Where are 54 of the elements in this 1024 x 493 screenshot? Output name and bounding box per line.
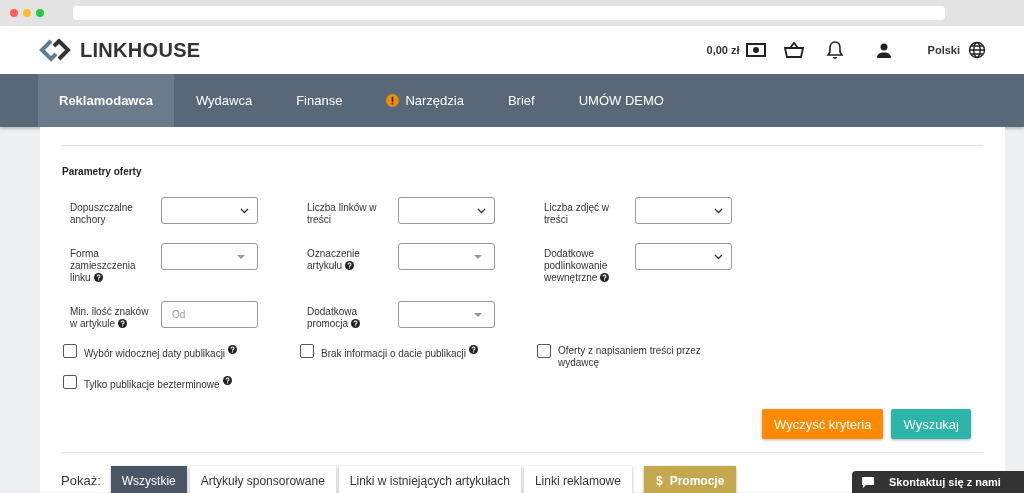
- language-label[interactable]: Polski: [927, 44, 960, 56]
- nav-tab[interactable]: UMÓW DEMO: [556, 74, 686, 127]
- checkbox[interactable]: [300, 344, 314, 358]
- field-label: Dodatkowe podlinkowanie wewnętrzne: [544, 247, 611, 284]
- filter-tab[interactable]: Artykuły sponsorowane: [189, 466, 336, 493]
- chevron-down-icon: [240, 207, 249, 214]
- dropdown[interactable]: [398, 243, 495, 270]
- nav-tab[interactable]: Reklamodawca: [38, 74, 174, 127]
- bell-icon[interactable]: [825, 40, 844, 60]
- dropdown[interactable]: [398, 197, 495, 224]
- checkbox-label: Brak informacji o dacie publikacji: [321, 344, 479, 360]
- dropdown[interactable]: [161, 243, 258, 270]
- field-label: Liczba linków w treści: [307, 201, 378, 226]
- user-icon[interactable]: [875, 42, 892, 58]
- globe-icon[interactable]: [968, 41, 986, 59]
- show-label: Pokaż:: [61, 473, 101, 488]
- filter-tab[interactable]: Wszystkie: [110, 466, 187, 493]
- filter-tab[interactable]: Linki reklamowe: [523, 466, 632, 493]
- chevron-down-icon: [477, 207, 486, 214]
- chat-bubble-icon: [861, 476, 875, 488]
- dollar-sign: $: [655, 473, 663, 488]
- field-label: Liczba zdjęć w treści: [544, 201, 611, 226]
- checkbox-label: Wybór widocznej daty publikacji: [84, 344, 238, 360]
- nav-tab[interactable]: Finanse: [274, 74, 365, 127]
- basket-icon[interactable]: [783, 41, 804, 59]
- dropdown[interactable]: [635, 197, 732, 224]
- dropdown[interactable]: [161, 197, 258, 224]
- checkbox[interactable]: [63, 375, 77, 389]
- field-label: Min. ilość znaków w artykule: [70, 305, 150, 330]
- field-label: Oznaczenie artykułu: [307, 247, 361, 272]
- banknote-icon[interactable]: [745, 43, 766, 57]
- balance-amount: 0,00 zł: [706, 44, 740, 56]
- checkbox-label: Tylko publikacje bezterminowe: [84, 375, 232, 391]
- field-label: Dopuszczalne anchory: [70, 201, 134, 226]
- checkbox-label: Oferty z napisaniem treści przez wydawcę: [558, 344, 702, 369]
- number-field[interactable]: Od: [161, 301, 258, 328]
- nav-tab[interactable]: Wydawca: [173, 74, 275, 127]
- section-title: Parametry oferty: [62, 166, 143, 177]
- field-label: Forma zamieszczenia linku: [70, 247, 137, 284]
- logo-icon: [38, 38, 72, 62]
- field-label: Dodatkowa promocja: [307, 301, 389, 330]
- chevron-down-icon: [714, 207, 723, 214]
- dropdown[interactable]: [398, 301, 495, 328]
- caret-down-icon: [237, 254, 245, 259]
- dropdown[interactable]: [635, 243, 732, 270]
- chevron-down-icon: [714, 253, 723, 260]
- nav-tab[interactable]: Brief: [485, 74, 557, 127]
- filter-tab[interactable]: Linki w istniejących artykułach: [338, 466, 521, 493]
- checkbox[interactable]: [537, 344, 551, 358]
- caret-down-icon: [474, 312, 482, 317]
- nav-tab[interactable]: Narzędzia: [364, 74, 486, 127]
- caret-down-icon: [474, 254, 482, 259]
- logo-text: LINKHOUSE: [80, 38, 201, 62]
- checkbox[interactable]: [63, 344, 77, 358]
